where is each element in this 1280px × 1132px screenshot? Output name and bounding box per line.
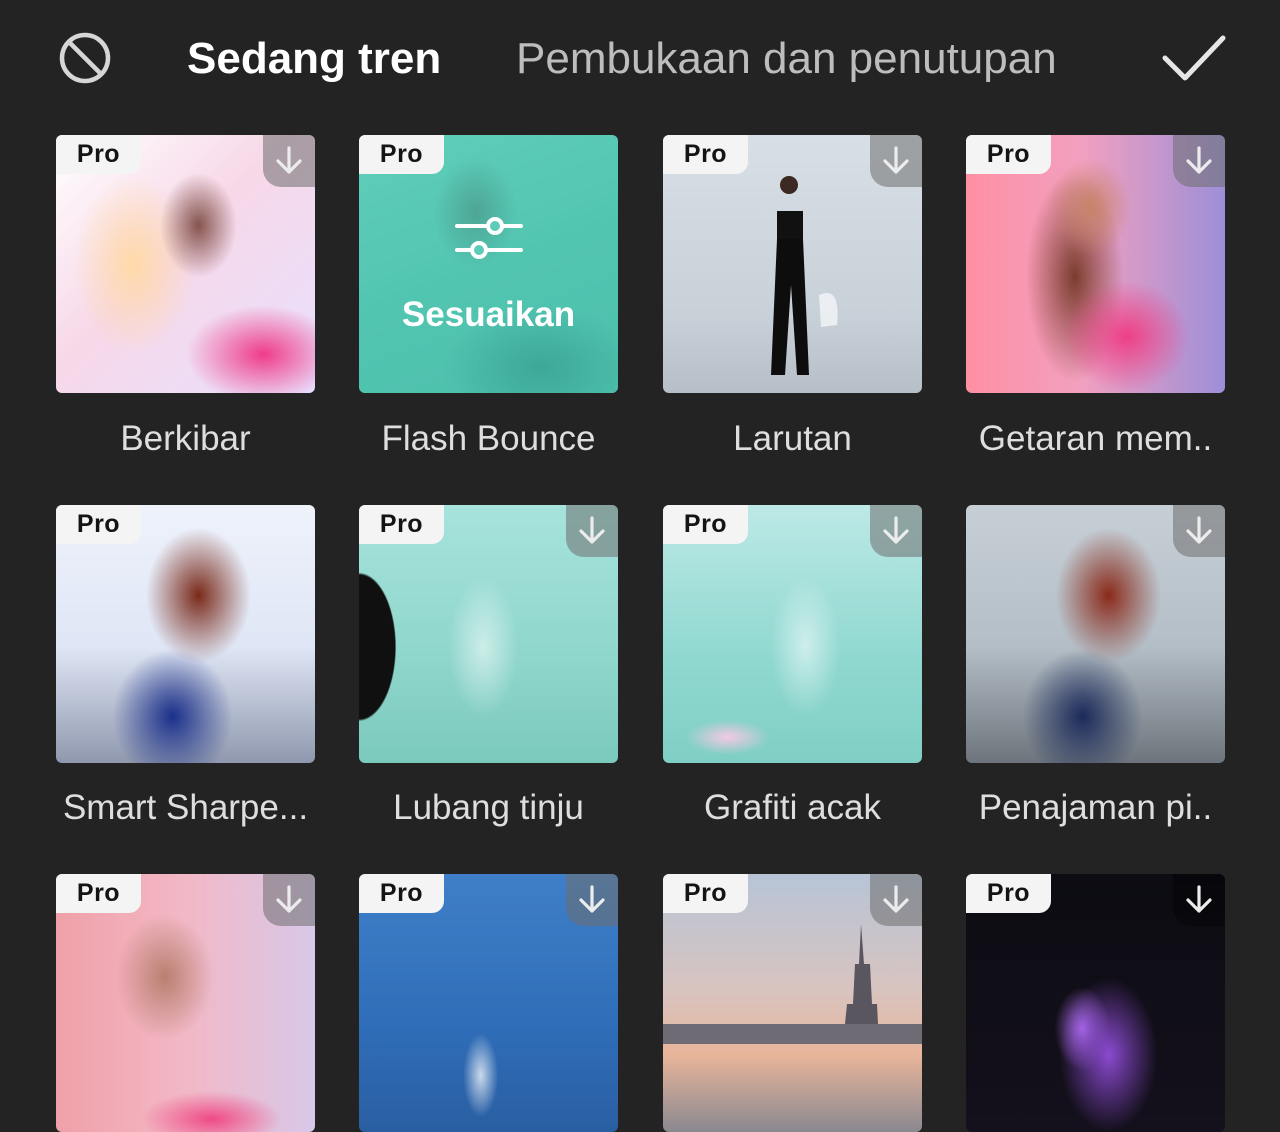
tab-trending[interactable]: Sedang tren [187,32,441,86]
pro-badge: Pro [359,874,444,913]
checkmark-icon[interactable] [1160,32,1228,84]
model-figure [771,176,838,375]
pro-badge: Pro [663,505,748,544]
ban-icon[interactable] [58,31,112,85]
download-icon[interactable] [1173,135,1225,187]
effect-tile-smart-sharpen[interactable]: Pro [56,505,315,763]
pro-badge: Pro [56,505,141,544]
pro-badge: Pro [359,135,444,174]
effect-tile-flash-bounce[interactable]: Pro Sesuaikan [359,135,618,393]
effect-label: Flash Bounce [381,419,596,458]
effect-tile-getaran[interactable]: Pro [966,135,1225,393]
effect-label: Grafiti acak [704,788,881,827]
effect-tile-row3-3[interactable]: Pro [663,874,922,1132]
effect-label: Lubang tinju [393,788,584,827]
effect-tile-penajaman[interactable] [966,505,1225,763]
effect-label: Getaran mem.. [978,419,1213,458]
effect-tile-berkibar[interactable]: Pro [56,135,315,393]
effect-label: Smart Sharpe... [62,788,309,827]
effect-label: Larutan [733,419,852,458]
city-skyline [663,924,922,1044]
effect-tile-row3-2[interactable]: Pro [359,874,618,1132]
adjust-button[interactable]: Sesuaikan [359,295,618,335]
pro-badge: Pro [966,874,1051,913]
effect-tile-row3-1[interactable]: Pro [56,874,315,1132]
download-icon[interactable] [566,505,618,557]
download-icon[interactable] [263,874,315,926]
effect-tile-row3-4[interactable]: Pro [966,874,1225,1132]
pro-badge: Pro [966,135,1051,174]
effect-label: Penajaman pi.. [978,788,1213,827]
effects-header: Sedang tren Pembukaan dan penutupan [0,0,1280,120]
tab-opening-closing[interactable]: Pembukaan dan penutupan [516,32,1057,86]
pro-badge: Pro [359,505,444,544]
pro-badge: Pro [663,874,748,913]
effect-tile-grafiti-acak[interactable]: Pro [663,505,922,763]
pro-badge: Pro [56,874,141,913]
download-icon[interactable] [1173,874,1225,926]
download-icon[interactable] [870,874,922,926]
download-icon[interactable] [870,505,922,557]
download-icon[interactable] [870,135,922,187]
effect-tile-larutan[interactable]: Pro [663,135,922,393]
download-icon[interactable] [1173,505,1225,557]
pro-badge: Pro [56,135,141,174]
pro-badge: Pro [663,135,748,174]
download-icon[interactable] [263,135,315,187]
effect-tile-lubang-tinju[interactable]: Pro [359,505,618,763]
sliders-icon[interactable] [455,212,523,264]
effect-label: Berkibar [120,419,251,458]
download-icon[interactable] [566,874,618,926]
